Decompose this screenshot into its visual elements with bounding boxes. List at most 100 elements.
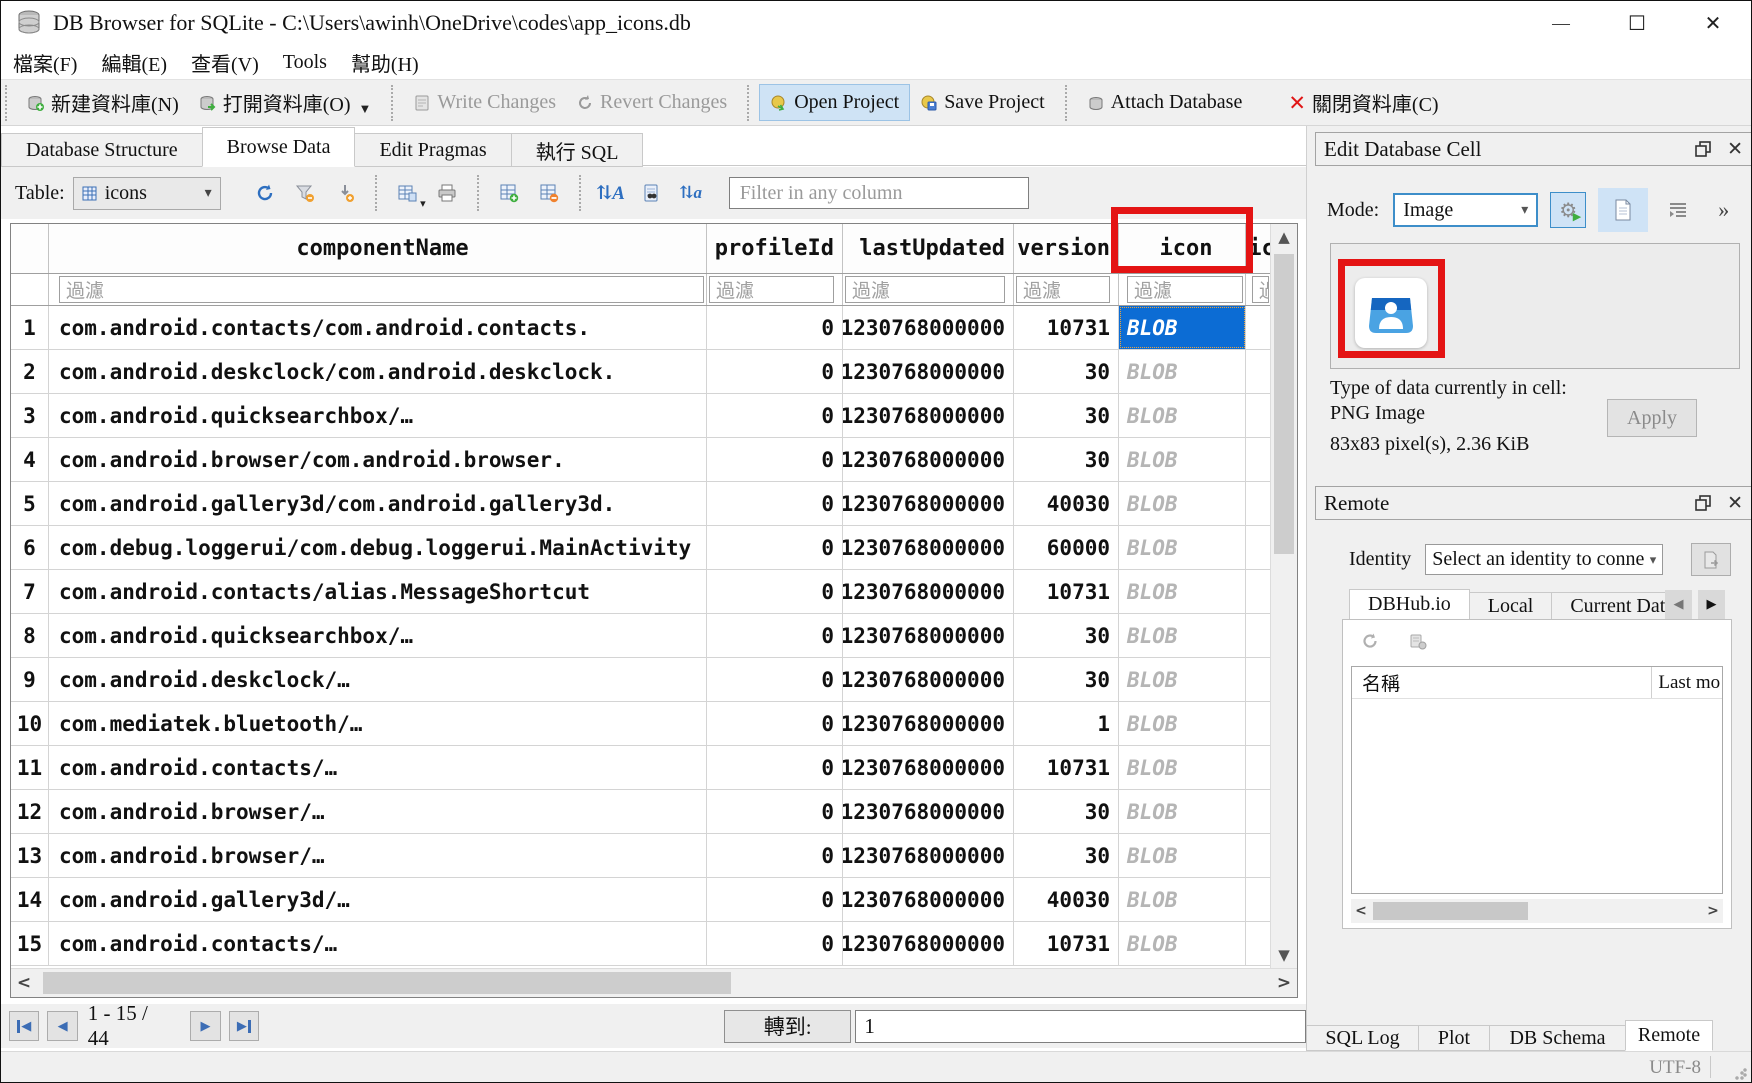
identity-selector[interactable]: Select an identity to conne ▾ <box>1425 544 1663 575</box>
remote-scroll-thumb[interactable] <box>1373 902 1528 920</box>
cell-componentName[interactable]: com.android.gallery3d/com.android.galler… <box>49 482 707 525</box>
remote-tab-dbhub[interactable]: DBHub.io <box>1349 589 1470 620</box>
clear-filters-button[interactable] <box>285 175 325 211</box>
cell-componentName[interactable]: com.android.browser/… <box>49 790 707 833</box>
column-header-lastUpdated[interactable]: lastUpdated <box>843 224 1014 273</box>
cell-ic-partial[interactable] <box>1246 394 1270 437</box>
cell-ic-partial[interactable] <box>1246 350 1270 393</box>
maximize-button[interactable]: ☐ <box>1599 1 1675 45</box>
goto-record-input[interactable]: 1 <box>855 1010 1306 1043</box>
cell-componentName[interactable]: com.android.browser/… <box>49 834 707 877</box>
menu-view[interactable]: 查看(V) <box>179 46 271 79</box>
cell-ic-partial[interactable] <box>1246 790 1270 833</box>
scroll-up-icon[interactable]: ▲ <box>1271 224 1297 250</box>
open-database-button[interactable]: 打開資料庫(O) ▼ <box>189 82 382 123</box>
scroll-down-icon[interactable]: ▼ <box>1271 942 1297 968</box>
cell-componentName[interactable]: com.android.contacts/alias.MessageShortc… <box>49 570 707 613</box>
minimize-button[interactable]: — <box>1523 1 1599 45</box>
new-record-button[interactable] <box>489 175 529 211</box>
cell-lastUpdated[interactable]: 1230768000000 <box>843 834 1014 877</box>
menu-tools[interactable]: Tools <box>271 49 339 76</box>
cell-icon-blob[interactable]: BLOB <box>1119 350 1246 393</box>
cell-icon-blob[interactable]: BLOB <box>1119 438 1246 481</box>
refresh-button[interactable] <box>245 175 285 211</box>
cell-ic-partial[interactable] <box>1246 438 1270 481</box>
cell-ic-partial[interactable] <box>1246 658 1270 701</box>
write-changes-button[interactable]: Write Changes <box>403 85 566 120</box>
cell-profileId[interactable]: 0 <box>707 350 843 393</box>
cell-profileId[interactable]: 0 <box>707 614 843 657</box>
tab-scroll-right-icon[interactable]: ▶ <box>1698 590 1725 619</box>
row-number[interactable]: 10 <box>11 702 49 745</box>
cell-version[interactable]: 40030 <box>1014 482 1119 525</box>
cell-profileId[interactable]: 0 <box>707 746 843 789</box>
remote-tab-local[interactable]: Local <box>1469 592 1553 620</box>
cell-profileId[interactable]: 0 <box>707 790 843 833</box>
cell-profileId[interactable]: 0 <box>707 834 843 877</box>
cell-profileId[interactable]: 0 <box>707 658 843 701</box>
close-database-button[interactable]: ✕ 關閉資料庫(C) <box>1278 82 1448 123</box>
save-filter-button[interactable] <box>325 175 365 211</box>
row-number[interactable]: 9 <box>11 658 49 701</box>
row-number[interactable]: 3 <box>11 394 49 437</box>
column-header-componentName[interactable]: componentName <box>49 224 707 273</box>
cell-version[interactable]: 30 <box>1014 614 1119 657</box>
filter-input-profileId[interactable]: 過濾 <box>709 276 834 303</box>
cell-componentName[interactable]: com.android.deskclock/com.android.deskcl… <box>49 350 707 393</box>
cell-version[interactable]: 30 <box>1014 790 1119 833</box>
cell-componentName[interactable]: com.android.contacts/com.android.contact… <box>49 306 707 349</box>
insert-record-button[interactable]: ▾ <box>387 175 427 211</box>
cell-ic-partial[interactable] <box>1246 526 1270 569</box>
cell-lastUpdated[interactable]: 1230768000000 <box>843 482 1014 525</box>
cell-lastUpdated[interactable]: 1230768000000 <box>843 350 1014 393</box>
menu-edit[interactable]: 編輯(E) <box>89 46 179 79</box>
menu-file[interactable]: 檔案(F) <box>1 46 89 79</box>
cell-lastUpdated[interactable]: 1230768000000 <box>843 394 1014 437</box>
cell-ic-partial[interactable] <box>1246 306 1270 349</box>
import-data-button[interactable]: ⚙▶ <box>1550 192 1586 228</box>
cell-icon-blob[interactable]: BLOB <box>1119 834 1246 877</box>
sort-ascending-button[interactable]: ⇅A <box>591 175 631 211</box>
cell-lastUpdated[interactable]: 1230768000000 <box>843 570 1014 613</box>
menu-help[interactable]: 幫助(H) <box>339 46 431 79</box>
next-page-button[interactable]: ▶ <box>190 1011 220 1041</box>
corner-header[interactable] <box>11 224 49 273</box>
cell-icon-blob[interactable]: BLOB <box>1119 394 1246 437</box>
new-database-button[interactable]: 新建資料庫(N) <box>17 82 189 123</box>
dock-tab-db-schema[interactable]: DB Schema <box>1489 1025 1626 1051</box>
cell-version[interactable]: 10731 <box>1014 306 1119 349</box>
delete-record-button[interactable] <box>529 175 569 211</box>
cell-icon-blob[interactable]: BLOB <box>1119 702 1246 745</box>
cell-ic-partial[interactable] <box>1246 614 1270 657</box>
cell-ic-partial[interactable] <box>1246 878 1270 921</box>
row-number[interactable]: 1 <box>11 306 49 349</box>
scroll-right-icon[interactable]: > <box>1271 969 1297 997</box>
attach-database-button[interactable]: Attach Database <box>1077 85 1253 120</box>
cell-lastUpdated[interactable]: 1230768000000 <box>843 702 1014 745</box>
cell-version[interactable]: 30 <box>1014 350 1119 393</box>
cell-profileId[interactable]: 0 <box>707 702 843 745</box>
cell-icon-blob[interactable]: BLOB <box>1119 526 1246 569</box>
print-button[interactable] <box>427 175 467 211</box>
cell-componentName[interactable]: com.android.contacts/… <box>49 922 707 965</box>
cell-version[interactable]: 10731 <box>1014 922 1119 965</box>
cell-lastUpdated[interactable]: 1230768000000 <box>843 614 1014 657</box>
cell-version[interactable]: 60000 <box>1014 526 1119 569</box>
scroll-left-icon[interactable]: < <box>1351 899 1371 923</box>
filter-input-lastUpdated[interactable]: 過濾 <box>845 276 1005 303</box>
cell-componentName[interactable]: com.mediatek.bluetooth/… <box>49 702 707 745</box>
cell-componentName[interactable]: com.android.quicksearchbox/… <box>49 394 707 437</box>
cell-profileId[interactable]: 0 <box>707 394 843 437</box>
horizontal-scrollbar[interactable]: < > <box>11 968 1297 997</box>
dock-tab-sql-log[interactable]: SQL Log <box>1306 1025 1419 1051</box>
text-mode-button[interactable] <box>1598 188 1648 232</box>
cell-profileId[interactable]: 0 <box>707 438 843 481</box>
remote-list-column-last-modified[interactable]: Last mo <box>1652 672 1722 694</box>
scroll-left-icon[interactable]: < <box>11 969 37 997</box>
close-panel-icon[interactable]: ✕ <box>1727 492 1743 514</box>
cell-profileId[interactable]: 0 <box>707 526 843 569</box>
row-number[interactable]: 14 <box>11 878 49 921</box>
row-number[interactable]: 13 <box>11 834 49 877</box>
cell-icon-blob[interactable]: BLOB <box>1119 922 1246 965</box>
row-number[interactable]: 5 <box>11 482 49 525</box>
